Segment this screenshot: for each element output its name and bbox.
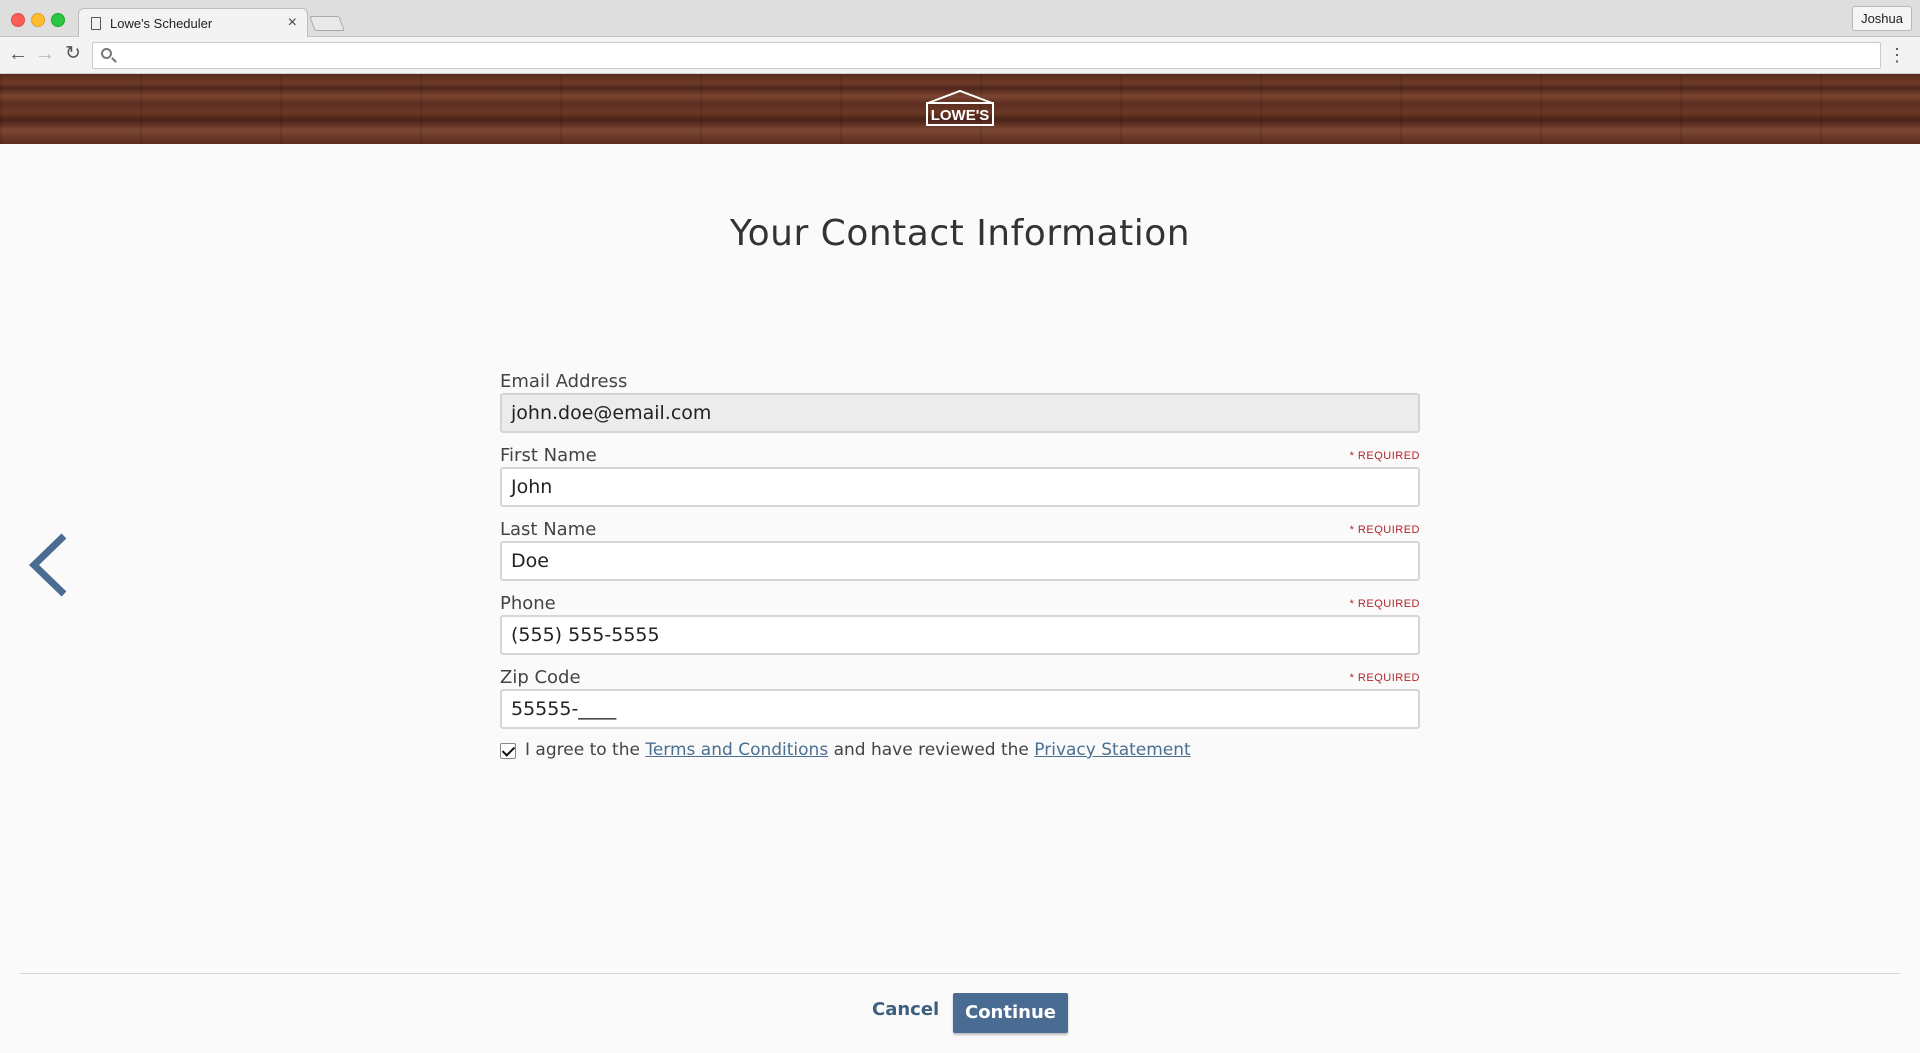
profile-button[interactable]: Joshua (1852, 6, 1912, 31)
browser-menu-icon[interactable]: ⋮ (1888, 44, 1906, 66)
required-indicator: * REQUIRED (1349, 524, 1420, 536)
agreement-text: I agree to the Terms and Conditions and … (525, 740, 1191, 760)
logo-text: LOWE'S (931, 107, 990, 124)
previous-step-chevron-icon[interactable] (28, 532, 74, 598)
agree-checkbox[interactable] (500, 743, 516, 759)
lowes-logo[interactable]: LOWE'S (925, 88, 995, 128)
site-header-banner: LOWE'S (0, 74, 1920, 144)
required-indicator: * REQUIRED (1349, 672, 1420, 684)
first-name-label: First Name (500, 445, 597, 466)
zip-code-label: Zip Code (500, 667, 581, 688)
phone-label: Phone (500, 593, 556, 614)
tab-title: Lowe's Scheduler (110, 16, 213, 31)
footer-divider (20, 973, 1900, 974)
privacy-link[interactable]: Privacy Statement (1034, 740, 1190, 760)
last-name-label: Last Name (500, 519, 597, 540)
agreement-middle: and have reviewed the (828, 740, 1035, 760)
browser-tab[interactable]: Lowe's Scheduler × (78, 8, 308, 38)
email-input: john.doe@email.com (500, 393, 1420, 433)
email-label: Email Address (500, 371, 628, 392)
reload-icon[interactable]: ↻ (61, 43, 85, 67)
required-indicator: * REQUIRED (1349, 598, 1420, 610)
address-bar[interactable] (92, 42, 1881, 69)
search-icon (101, 48, 112, 59)
tab-close-icon[interactable]: × (288, 14, 297, 32)
back-arrow-icon[interactable]: ← (6, 43, 30, 67)
page-title: Your Contact Information (729, 213, 1191, 254)
last-name-input[interactable]: Doe (500, 541, 1420, 581)
continue-button[interactable]: Continue (953, 993, 1068, 1033)
browser-toolbar: ← → ↻ ⋮ (0, 37, 1920, 74)
maximize-window-button[interactable] (51, 13, 65, 27)
required-indicator: * REQUIRED (1349, 450, 1420, 462)
zip-code-input[interactable]: 55555-____ (500, 689, 1420, 729)
minimize-window-button[interactable] (31, 13, 45, 27)
close-window-button[interactable] (11, 13, 25, 27)
agreement-prefix: I agree to the (525, 740, 646, 760)
cancel-button[interactable]: Cancel (872, 999, 939, 1020)
forward-arrow-icon[interactable]: → (33, 43, 57, 67)
browser-tab-bar: Lowe's Scheduler × Joshua (0, 0, 1920, 38)
terms-link[interactable]: Terms and Conditions (645, 740, 828, 760)
phone-input[interactable]: (555) 555-5555 (500, 615, 1420, 655)
document-icon (91, 17, 101, 30)
first-name-input[interactable]: John (500, 467, 1420, 507)
new-tab-button[interactable] (309, 16, 345, 31)
